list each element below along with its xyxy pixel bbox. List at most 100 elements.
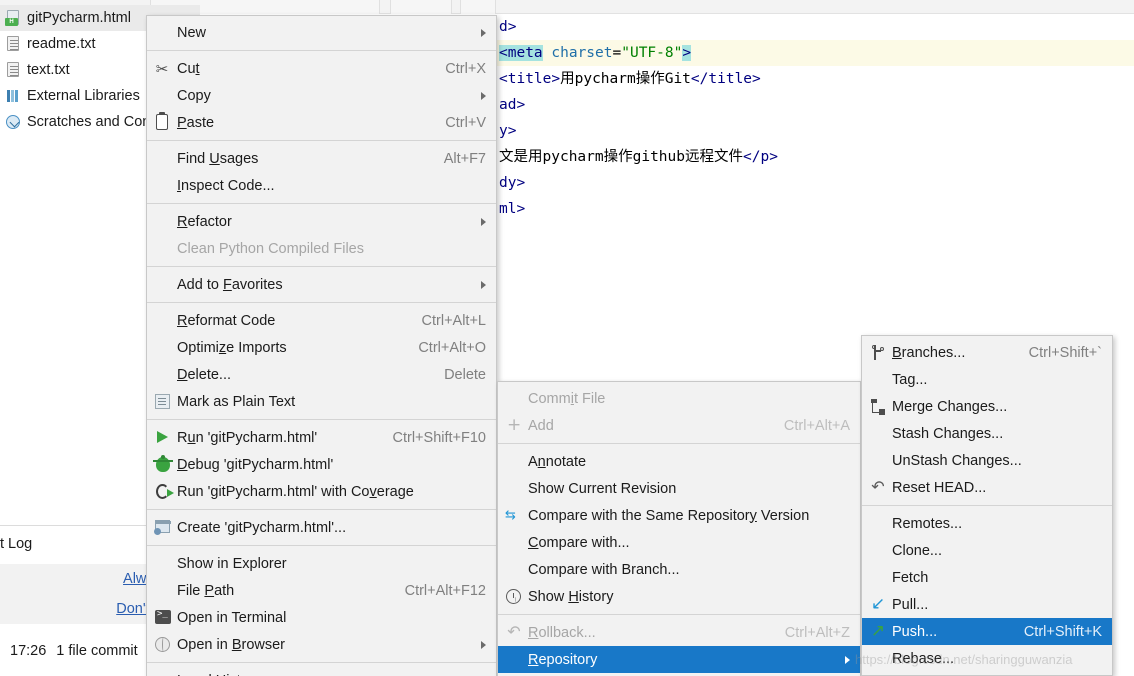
menu-open-in-browser[interactable]: Open in Browser: [147, 631, 496, 658]
menu-add-to-favorites[interactable]: Add to Favorites: [147, 271, 496, 298]
tree-item-label: readme.txt: [27, 36, 96, 52]
menu-item-label: Create 'gitPycharm.html'...: [177, 519, 347, 536]
repo-tag[interactable]: Tag...: [862, 366, 1112, 393]
repo-clone[interactable]: Clone...: [862, 537, 1112, 564]
menu-create-gitpycharm-html[interactable]: Create 'gitPycharm.html'...: [147, 514, 496, 541]
repo-fetch[interactable]: Fetch: [862, 564, 1112, 591]
repo-branches[interactable]: Branches... Ctrl+Shift+`: [862, 339, 1112, 366]
menu-item-label: Open in Terminal: [177, 609, 287, 626]
menu-item-shortcut: Ctrl+Shift+`: [1028, 344, 1102, 361]
menu-item-label: Compare with the Same Repository Version: [528, 507, 810, 524]
repo-push[interactable]: ↗ Push... Ctrl+Shift+K: [862, 618, 1112, 645]
code-line-5: 文是用pycharm操作github远程文件</p>: [497, 144, 1134, 170]
menu-mark-as-plain-text[interactable]: Mark as Plain Text: [147, 388, 496, 415]
git-separator: [498, 443, 860, 444]
git-compare-with-branch[interactable]: Compare with Branch...: [498, 556, 860, 583]
menu-item-shortcut: Delete: [444, 366, 486, 383]
menu-separator: [147, 662, 496, 663]
git-submenu[interactable]: Commit File + Add Ctrl+Alt+A Annotate Show Cu…: [497, 381, 861, 676]
file-context-menu[interactable]: New ✂ Cut Ctrl+X Copy Paste Ctrl+V Find Usages A…: [146, 15, 497, 676]
menu-separator: [147, 509, 496, 510]
code-token: <meta: [499, 45, 543, 61]
menu-open-in-terminal[interactable]: Open in Terminal: [147, 604, 496, 631]
menu-icon-placeholder: [498, 475, 528, 502]
repo-reset-head[interactable]: ↶ Reset HEAD...: [862, 474, 1112, 501]
menu-separator: [147, 545, 496, 546]
terminal-icon: [147, 604, 177, 631]
git-repository[interactable]: Repository: [498, 646, 860, 673]
menu-optimize-imports[interactable]: Optimize Imports Ctrl+Alt+O: [147, 334, 496, 361]
submenu-arrow-icon: [481, 28, 486, 37]
tree-item-label: External Libraries: [27, 88, 140, 104]
code-token: </p>: [743, 149, 778, 165]
git-show-current-revision[interactable]: Show Current Revision: [498, 475, 860, 502]
menu-show-in-explorer[interactable]: Show in Explorer: [147, 550, 496, 577]
code-token: </title>: [690, 71, 761, 87]
menu-icon-placeholder: [147, 577, 177, 604]
menu-copy[interactable]: Copy: [147, 82, 496, 109]
menu-run-gitpycharm-html[interactable]: Run 'gitPycharm.html' Ctrl+Shift+F10: [147, 424, 496, 451]
create-config-icon: [147, 514, 177, 541]
repo-merge-changes[interactable]: Merge Changes...: [862, 393, 1112, 420]
git-annotate[interactable]: Annotate: [498, 448, 860, 475]
menu-run-gitpycharm-html-with-coverage[interactable]: Run 'gitPycharm.html' with Coverage: [147, 478, 496, 505]
menu-item-label: Delete...: [177, 366, 232, 383]
merge-icon: [862, 393, 892, 420]
menu-separator: [147, 203, 496, 204]
menu-item-label: Show History: [528, 588, 614, 605]
repository-submenu[interactable]: Branches... Ctrl+Shift+` Tag... Merge Chang…: [861, 335, 1113, 676]
menu-debug-gitpycharm-html[interactable]: Debug 'gitPycharm.html': [147, 451, 496, 478]
menu-inspect-code[interactable]: Inspect Code...: [147, 172, 496, 199]
menu-paste[interactable]: Paste Ctrl+V: [147, 109, 496, 136]
menu-icon-placeholder: [498, 556, 528, 583]
menu-item-label: Clean Python Compiled Files: [177, 240, 364, 257]
menu-find-usages[interactable]: Find Usages Alt+F7: [147, 145, 496, 172]
menu-item-label: Inspect Code...: [177, 177, 275, 194]
menu-item-label: Push...: [892, 623, 938, 640]
repo-pull[interactable]: ↙ Pull...: [862, 591, 1112, 618]
menu-item-label: Paste: [177, 114, 215, 131]
code-line-3: ad>: [497, 92, 1134, 118]
push-icon: ↗: [870, 621, 886, 641]
git-compare-with-the-same-repository-version[interactable]: ⇆ Compare with the Same Repository Versio…: [498, 502, 860, 529]
toolbar-ghost-3: [460, 0, 496, 14]
tree-item-label: gitPycharm.html: [27, 10, 131, 26]
code-line-7: ml>: [497, 196, 1134, 222]
menu-item-label: Merge Changes...: [892, 398, 1008, 415]
menu-item-label: Copy: [177, 87, 211, 104]
menu-delete[interactable]: Delete... Delete: [147, 361, 496, 388]
repo-remotes[interactable]: Remotes...: [862, 510, 1112, 537]
menu-separator: [147, 140, 496, 141]
history-clock-icon: [498, 583, 528, 610]
menu-item-label: Tag...: [892, 371, 928, 388]
menu-item-label: Cut: [177, 60, 200, 77]
menu-item-shortcut: Ctrl+Shift+K: [1023, 623, 1102, 640]
menu-cut[interactable]: ✂ Cut Ctrl+X: [147, 55, 496, 82]
menu-file-path[interactable]: File Path Ctrl+Alt+F12: [147, 577, 496, 604]
repo-stash-changes[interactable]: Stash Changes...: [862, 420, 1112, 447]
menu-local-history[interactable]: Local History: [147, 667, 496, 676]
menu-item-label: File Path: [177, 582, 235, 599]
menu-reformat-code[interactable]: Reformat Code Ctrl+Alt+L: [147, 307, 496, 334]
menu-item-label: Rollback...: [528, 624, 596, 641]
compare-icon: ⇆: [505, 508, 516, 523]
code-token: dy>: [499, 175, 526, 191]
git-compare-with[interactable]: Compare with...: [498, 529, 860, 556]
menu-item-shortcut: Ctrl+Alt+Z: [784, 624, 850, 641]
rollback-icon: ↶: [507, 622, 521, 641]
menu-icon-placeholder: [147, 145, 177, 172]
menu-item-shortcut: Ctrl+X: [445, 60, 486, 77]
menu-item-shortcut: Ctrl+Alt+F12: [404, 582, 486, 599]
commit-log-title: t Log: [0, 536, 33, 552]
git-show-history[interactable]: Show History: [498, 583, 860, 610]
code-token: 文是用pycharm操作github远程文件: [499, 149, 743, 165]
repo-unstash-changes[interactable]: UnStash Changes...: [862, 447, 1112, 474]
menu-refactor[interactable]: Refactor: [147, 208, 496, 235]
menu-new[interactable]: New: [147, 19, 496, 46]
text-file-icon: [4, 61, 22, 79]
menu-icon-placeholder: [147, 208, 177, 235]
git-commit-file: Commit File: [498, 385, 860, 412]
menu-item-shortcut: Alt+F7: [443, 150, 486, 167]
code-token: =: [612, 45, 622, 61]
status-message: 1 file commit: [56, 643, 138, 659]
